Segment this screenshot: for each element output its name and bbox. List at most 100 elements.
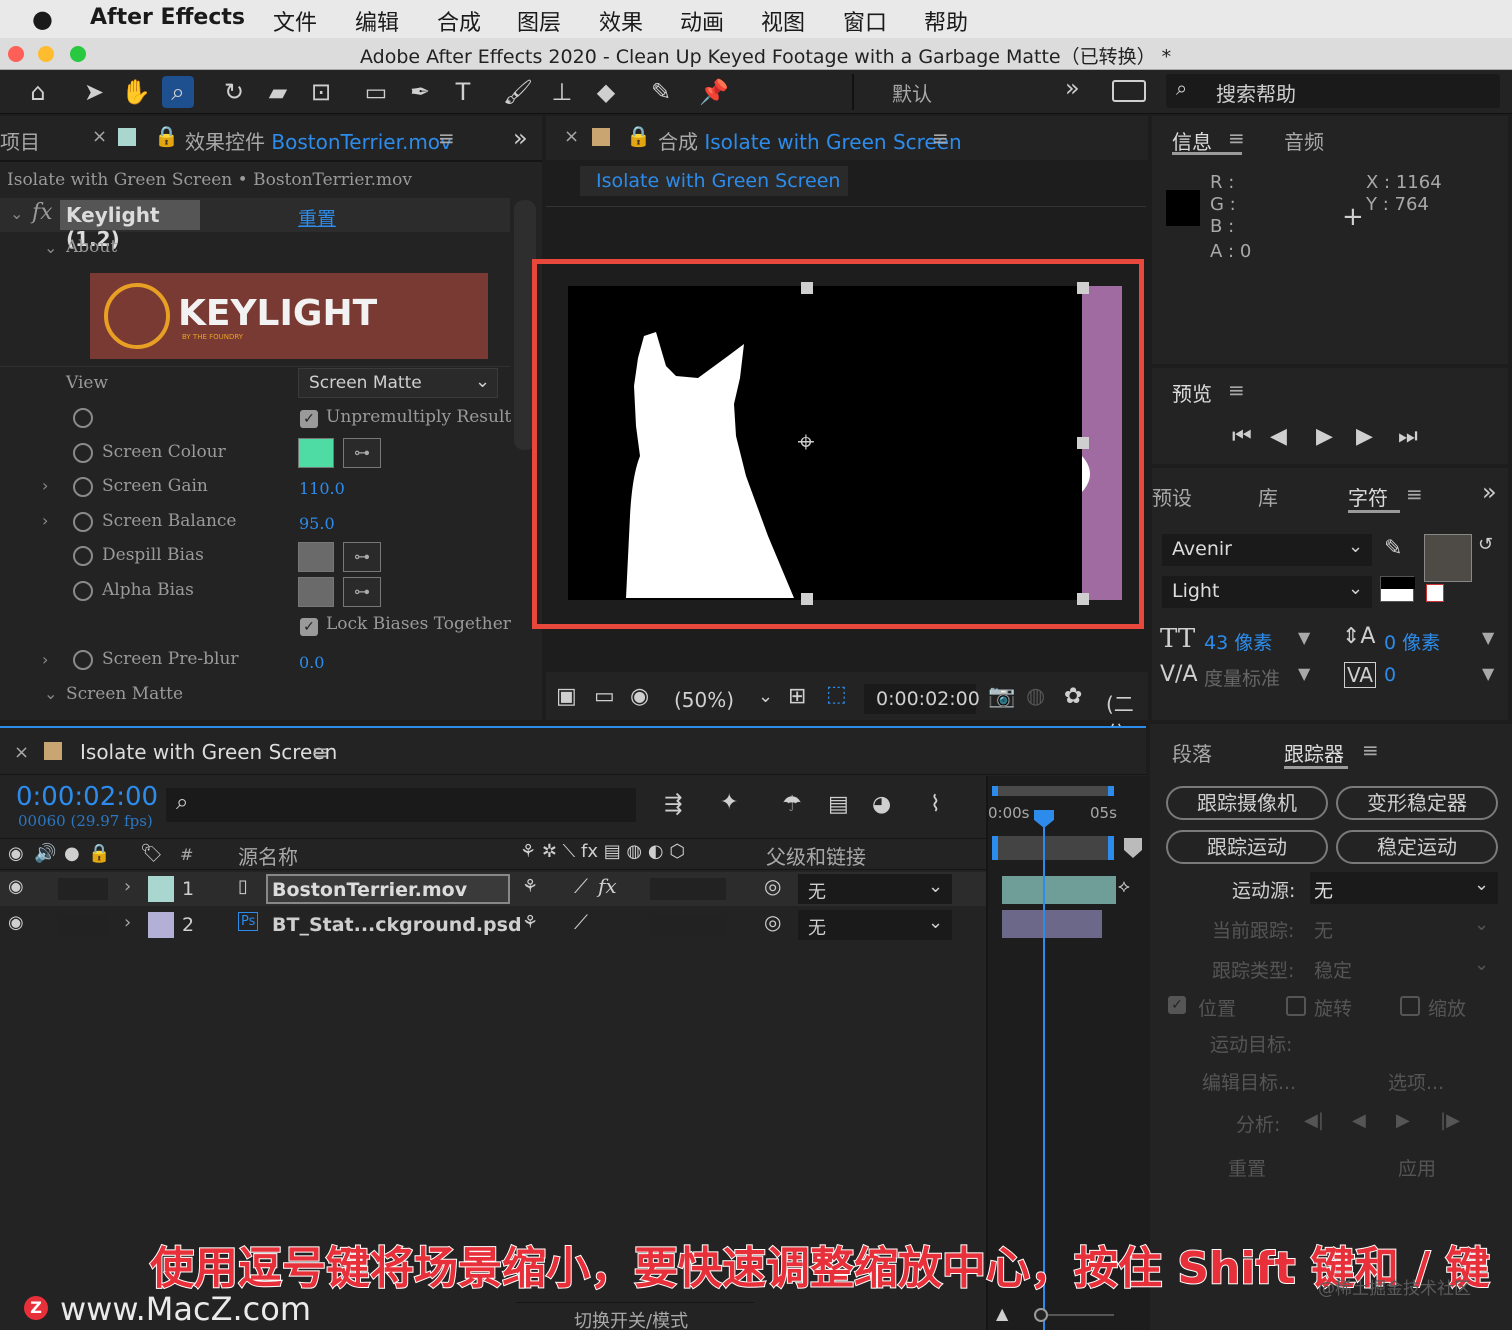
default-colors-icon[interactable]: [1380, 576, 1415, 602]
kerning-value[interactable]: 度量标准: [1204, 664, 1280, 691]
layer-switch-cells[interactable]: [650, 914, 726, 936]
expand-chevron-icon[interactable]: ›: [42, 511, 48, 530]
stopwatch-icon[interactable]: [73, 408, 93, 428]
chevron-down-icon[interactable]: ▼: [1298, 664, 1310, 683]
search-help-field[interactable]: ⌕ 搜索帮助: [1166, 74, 1500, 108]
layer-row-2[interactable]: ◉ › 2 Ps BT_Stat...ckground.psd ⚘ ⟋ ◎ 无 …: [0, 908, 986, 942]
options-button[interactable]: 选项...: [1388, 1068, 1444, 1095]
analyze-forward-one-icon[interactable]: |▶: [1440, 1110, 1460, 1131]
anchor-point-icon[interactable]: ⌖: [789, 426, 823, 460]
layer-switch-cells[interactable]: [58, 878, 108, 900]
font-family-dropdown[interactable]: Avenir ⌄: [1162, 534, 1372, 566]
fill-color-swatch[interactable]: [1424, 534, 1472, 582]
font-size-value[interactable]: 43 像素: [1204, 628, 1272, 655]
expand-chevron-icon[interactable]: ›: [42, 476, 48, 495]
tab-audio[interactable]: 音频: [1284, 126, 1324, 155]
comp-flowchart-chip[interactable]: Isolate with Green Screen: [580, 166, 848, 196]
comp-marker-icon[interactable]: [1124, 838, 1142, 858]
tab-presets[interactable]: 预设: [1152, 482, 1192, 511]
snapshot-camera-icon[interactable]: 📷: [988, 684, 1015, 709]
layer-name[interactable]: BT_Stat...ckground.psd: [272, 914, 522, 936]
pickwhip-icon[interactable]: ◎: [764, 874, 781, 898]
expand-chevron-icon[interactable]: ›: [42, 650, 48, 669]
position-checkbox[interactable]: ✓: [1168, 996, 1186, 1014]
parent-dropdown[interactable]: 无 ⌄: [798, 874, 952, 904]
pan-behind-tool-icon[interactable]: ⊡: [305, 76, 337, 108]
apple-menu-icon[interactable]: ●: [32, 5, 53, 33]
layer-handle[interactable]: [801, 282, 813, 294]
screen-colour-swatch[interactable]: [298, 438, 334, 468]
track-camera-button[interactable]: 跟踪摄像机: [1166, 786, 1328, 820]
first-frame-icon[interactable]: ⏮: [1232, 424, 1252, 449]
frame-blending-icon[interactable]: ▤: [828, 792, 849, 817]
composition-tab-title[interactable]: 合成 Isolate with Green Screen: [658, 126, 962, 155]
view-dropdown[interactable]: Screen Matte ⌄: [298, 368, 498, 398]
expand-chevron-icon[interactable]: ›: [124, 876, 131, 897]
composition-viewer[interactable]: [568, 286, 1122, 600]
expand-chevron-icon[interactable]: ›: [124, 912, 131, 933]
type-tool-icon[interactable]: T: [447, 76, 479, 108]
panel-menu-icon[interactable]: ≡: [1362, 738, 1379, 762]
rotation-tool-icon[interactable]: ↻: [218, 76, 250, 108]
workspace-layout-icon[interactable]: [1112, 80, 1146, 102]
work-area-range[interactable]: [992, 836, 1114, 860]
tab-paragraph[interactable]: 段落: [1172, 738, 1212, 767]
panel-more-icon[interactable]: »: [1482, 478, 1497, 506]
toggle-mask-path-icon[interactable]: ⬚: [826, 682, 847, 707]
layer-handle[interactable]: [1077, 437, 1089, 449]
zoom-dropdown[interactable]: (50%): [674, 688, 734, 712]
close-window-button[interactable]: [8, 46, 24, 62]
close-tab-icon[interactable]: ×: [14, 742, 29, 763]
stopwatch-icon[interactable]: [73, 477, 93, 497]
tab-character[interactable]: 字符: [1348, 482, 1388, 511]
timeline-zoom-handle[interactable]: [1034, 1308, 1048, 1322]
effect-controls-tab-title[interactable]: 效果控件 BostonTerrier.mov: [185, 126, 452, 155]
toggle-switches-modes[interactable]: 切换开关/模式: [516, 1302, 754, 1330]
shy-layers-icon[interactable]: ☂: [782, 792, 802, 817]
menu-composition[interactable]: 合成: [437, 5, 481, 37]
comp-timecode[interactable]: 0:00:02:00: [864, 684, 980, 714]
layer-switch-cells[interactable]: [650, 878, 726, 900]
pickwhip-icon[interactable]: ◎: [764, 910, 781, 934]
clone-stamp-tool-icon[interactable]: ⊥: [546, 76, 578, 108]
eye-icon[interactable]: ◉: [8, 876, 24, 897]
chevron-down-icon[interactable]: ▼: [1298, 628, 1310, 647]
chevron-down-icon[interactable]: ▼: [1482, 664, 1494, 683]
chevron-down-icon[interactable]: ⌄: [1474, 954, 1489, 975]
eyedropper-icon[interactable]: ⊶: [343, 542, 381, 572]
motion-blur-icon[interactable]: ◕: [872, 792, 891, 817]
mask-visibility-icon[interactable]: ◉: [630, 684, 649, 709]
menu-help[interactable]: 帮助: [924, 5, 968, 37]
track-motion-button[interactable]: 跟踪运动: [1166, 830, 1328, 864]
menu-file[interactable]: 文件: [273, 5, 317, 37]
menu-animation[interactable]: 动画: [680, 5, 724, 37]
show-snapshot-icon[interactable]: ◍: [1026, 684, 1045, 709]
fx-icon[interactable]: fx: [32, 200, 53, 225]
stopwatch-icon[interactable]: [73, 581, 93, 601]
fx-switch-icon[interactable]: fx: [598, 874, 617, 898]
shy-switch-icon[interactable]: ⚘: [522, 912, 538, 933]
no-color-icon[interactable]: [1426, 584, 1444, 602]
analyze-backward-icon[interactable]: ◀: [1352, 1110, 1366, 1131]
analyze-forward-icon[interactable]: ▶: [1396, 1110, 1410, 1131]
zoom-out-icon[interactable]: ▲: [996, 1304, 1008, 1323]
brush-tool-icon[interactable]: 🖌: [502, 76, 534, 108]
last-frame-icon[interactable]: ⏭: [1398, 424, 1418, 449]
layer-1-duration-bar[interactable]: [1002, 876, 1116, 904]
leading-value[interactable]: 0 像素: [1384, 628, 1440, 655]
safe-zones-icon[interactable]: ⊞: [788, 684, 806, 709]
puppet-pin-tool-icon[interactable]: 📌: [698, 76, 730, 108]
stopwatch-icon[interactable]: [73, 650, 93, 670]
menu-window[interactable]: 窗口: [843, 5, 887, 37]
panel-more-icon[interactable]: »: [513, 124, 528, 152]
edit-target-button[interactable]: 编辑目标...: [1202, 1068, 1296, 1095]
panel-menu-icon[interactable]: ≡: [1406, 482, 1423, 506]
play-icon[interactable]: ▶: [1316, 424, 1333, 449]
roto-brush-tool-icon[interactable]: ✎: [645, 76, 677, 108]
audio-icon[interactable]: 🔊: [34, 843, 56, 864]
work-area-bar[interactable]: [992, 786, 1114, 796]
menu-effect[interactable]: 效果: [599, 5, 643, 37]
zoom-window-button[interactable]: [70, 46, 86, 62]
panel-menu-icon[interactable]: ≡: [438, 126, 455, 150]
analyze-back-one-icon[interactable]: ◀|: [1304, 1110, 1324, 1131]
